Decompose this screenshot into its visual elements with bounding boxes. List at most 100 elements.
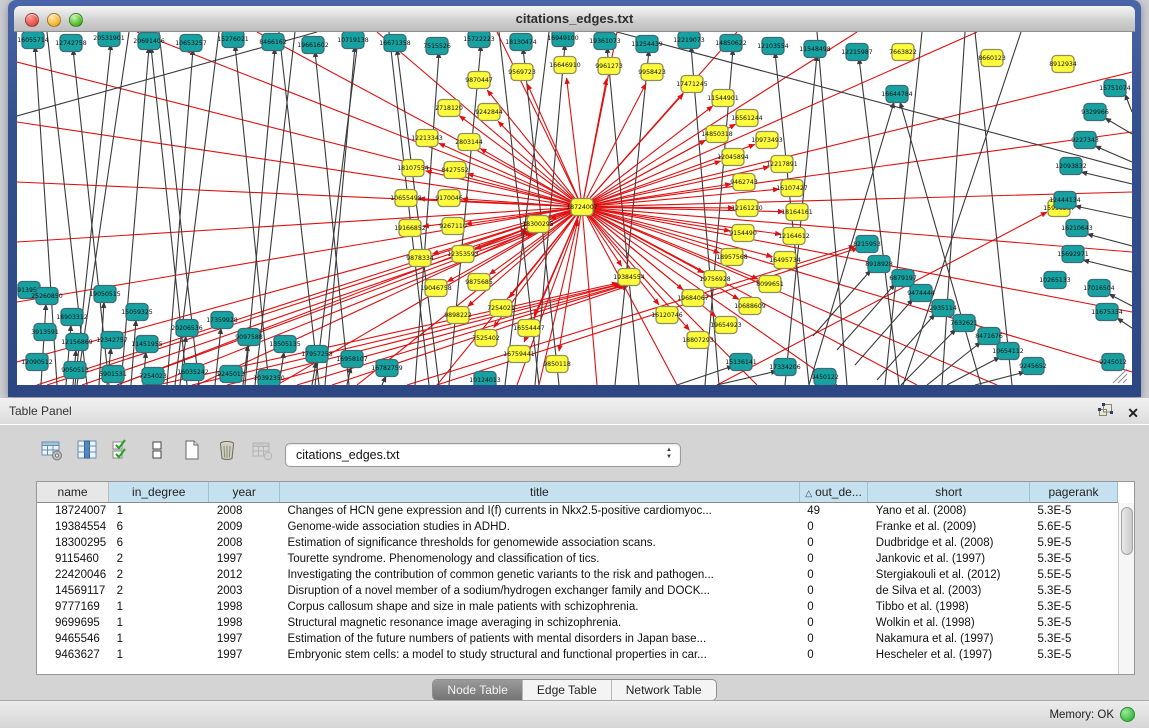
graph-node[interactable]: 15692971 [1057, 246, 1089, 263]
citation-edge-red[interactable] [257, 32, 582, 207]
table-row[interactable]: 1872400712008Changes of HCN gene express… [37, 503, 1118, 520]
graph-node[interactable]: 8912934 [1049, 56, 1077, 73]
graph-node[interactable]: 15751074 [1099, 80, 1131, 97]
graph-node[interactable]: 8918928 [865, 256, 893, 273]
graph-node[interactable]: 12213343 [411, 130, 443, 147]
table-row[interactable]: 969969511998Structural magnetic resonanc… [37, 615, 1118, 631]
citation-edge-black[interactable] [1081, 172, 1132, 184]
table-row[interactable]: 946554611997Estimation of the future num… [37, 631, 1118, 647]
graph-node[interactable]: 20691406 [133, 33, 165, 50]
graph-node[interactable]: 16210643 [1061, 220, 1093, 237]
table-row[interactable]: 977716911998Corpus callosum shape and si… [37, 599, 1118, 615]
table-scrollbar[interactable] [1118, 503, 1134, 674]
graph-node[interactable]: 7525402 [472, 330, 500, 347]
graph-node[interactable]: 2935114 [929, 300, 957, 317]
graph-node[interactable]: 16759441 [503, 346, 535, 363]
graph-node[interactable]: 9245012 [1099, 354, 1127, 371]
graph-node[interactable]: 18807293 [682, 332, 714, 349]
tab-edge-table[interactable]: Edge Table [523, 680, 612, 700]
citation-edge-red[interactable] [582, 207, 1132, 372]
graph-node[interactable]: 6879197 [889, 270, 917, 287]
graph-node[interactable]: 19756928 [699, 271, 731, 288]
graph-node[interactable]: 8215953 [853, 236, 881, 253]
graph-node[interactable]: 9875685 [465, 274, 493, 291]
graph-node[interactable]: 9569723 [508, 64, 536, 81]
graph-node[interactable]: 16958107 [336, 351, 368, 368]
graph-node[interactable]: 25260850 [31, 288, 63, 305]
graph-node[interactable]: 7515526 [423, 38, 451, 55]
table-row[interactable]: 946362711997Embryonic stem cells: a mode… [37, 647, 1118, 663]
citation-edge-black[interactable] [315, 51, 349, 385]
graph-node[interactable]: 5901531 [99, 366, 127, 383]
graph-node[interactable]: 8466162 [259, 34, 287, 51]
graph-node[interactable]: 10265133 [1039, 272, 1071, 289]
graph-node[interactable]: 9878334 [406, 250, 434, 267]
table-row[interactable]: 911546021997Tourette syndrome. Phenomeno… [37, 551, 1118, 567]
citation-edge-red[interactable] [480, 148, 582, 207]
graph-node[interactable]: 7254021 [487, 300, 515, 317]
graph-node[interactable]: 16035242 [177, 364, 209, 381]
graph-node[interactable]: 16671358 [379, 35, 411, 52]
citation-edge-red[interactable] [582, 32, 977, 207]
column-header-title[interactable]: title [279, 482, 799, 503]
graph-node[interactable]: 16561244 [731, 110, 763, 127]
graph-node[interactable]: 19661602 [297, 37, 329, 54]
citation-edge-black[interactable] [855, 299, 913, 365]
graph-node[interactable]: 16646910 [549, 57, 581, 74]
graph-node[interactable]: 13505135 [269, 336, 301, 353]
citation-edge-red[interactable] [582, 207, 1132, 312]
graph-node[interactable]: 14850622 [715, 35, 747, 52]
citation-edge-black[interactable] [901, 329, 956, 385]
graph-node[interactable]: 15059325 [121, 304, 153, 321]
graph-node[interactable]: 19684067 [677, 290, 709, 307]
graph-node[interactable]: 9961273 [595, 58, 623, 75]
graph-node[interactable]: 7632621 [950, 315, 978, 332]
graph-node[interactable]: 18107554 [397, 160, 429, 177]
graph-node[interactable]: 17334206 [769, 359, 801, 376]
graph-node[interactable]: 17359928 [206, 312, 238, 329]
table-selector-dropdown[interactable]: citations_edges.txt ▲ ▼ [285, 443, 681, 467]
graph-node[interactable]: 8471676 [975, 328, 1003, 345]
table-row[interactable]: 1456911722003Disruption of a novel membe… [37, 583, 1118, 599]
graph-node[interactable]: 14850318 [701, 126, 733, 143]
citation-edge-black[interactable] [1095, 146, 1132, 162]
graph-node[interactable]: 9154490 [729, 225, 757, 242]
graph-node[interactable]: 9267110 [439, 218, 467, 235]
citation-edge-black[interactable] [1087, 234, 1132, 246]
new-attribute-icon[interactable] [180, 437, 204, 463]
graph-node[interactable]: 12156869 [61, 334, 93, 351]
graph-node[interactable]: 19384554 [613, 269, 645, 286]
citation-edge-red[interactable] [582, 79, 607, 207]
tab-network-table[interactable]: Network Table [612, 680, 716, 700]
graph-node[interactable]: 9898222 [444, 307, 472, 324]
graph-node[interactable]: 12093832 [1055, 158, 1087, 175]
citation-edge-black[interactable] [1105, 118, 1132, 134]
graph-node[interactable]: 12045894 [717, 149, 749, 166]
graph-node[interactable]: 18300295 [522, 216, 554, 233]
graph-node[interactable]: 9050513 [61, 362, 89, 379]
table-row[interactable]: 1830029562008Estimation of significance … [37, 535, 1118, 551]
citation-edge-red[interactable] [498, 121, 582, 207]
citation-edge-black[interactable] [1117, 318, 1132, 328]
graph-node[interactable]: 7254023 [139, 368, 167, 385]
graph-node[interactable]: 12342757 [96, 332, 128, 349]
graph-node[interactable]: 8660123 [978, 50, 1006, 67]
graph-node[interactable]: 12215987 [841, 44, 873, 61]
column-header-in_degree[interactable]: in_degree [109, 482, 209, 503]
graph-node[interactable]: 16949100 [547, 32, 579, 47]
graph-node[interactable]: 20531901 [93, 32, 125, 47]
citation-edge-black[interactable] [315, 32, 359, 385]
graph-node[interactable]: 17957253 [301, 346, 333, 363]
graph-node[interactable]: 16495734 [769, 252, 801, 269]
column-header-short[interactable]: short [868, 482, 1030, 503]
graph-node[interactable]: 3913591 [31, 324, 59, 341]
graph-node[interactable]: 12161210 [731, 200, 763, 217]
graph-node[interactable]: 9227343 [1071, 132, 1099, 149]
graph-node[interactable]: 9245652 [1019, 358, 1047, 375]
graph-node[interactable]: 19361073 [589, 33, 621, 50]
graph-node[interactable]: 9958423 [638, 64, 666, 81]
graph-node[interactable]: 12444134 [1049, 192, 1081, 209]
graph-node[interactable]: 10124013 [469, 372, 501, 386]
graph-node[interactable]: 2718120 [435, 100, 463, 117]
graph-node[interactable]: 9170046 [435, 190, 463, 207]
